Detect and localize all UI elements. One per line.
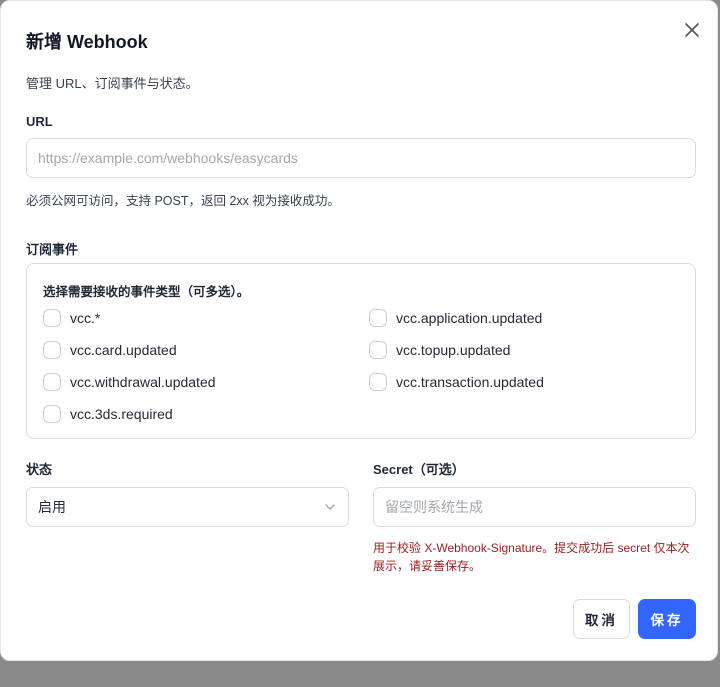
status-select[interactable]: 启用 [26,487,349,527]
secret-warning: 用于校验 X-Webhook-Signature。提交成功后 secret 仅本… [373,541,690,573]
event-checkbox[interactable] [369,373,387,391]
events-label: 订阅事件 [26,242,79,257]
webhook-dialog: 新增 Webhook 管理 URL、订阅事件与状态。 URL https://e… [0,0,718,661]
event-option-transaction-updated[interactable]: vcc.transaction.updated [369,371,544,393]
event-checkbox[interactable] [43,309,61,327]
event-label: vcc.3ds.required [70,406,173,422]
dialog-subtitle: 管理 URL、订阅事件与状态。 [26,76,199,91]
secret-label: Secret（可选） [373,462,465,477]
event-label: vcc.transaction.updated [396,374,544,390]
secret-input-placeholder: 留空则系统生成 [385,499,483,515]
cancel-button[interactable]: 取消 [573,599,630,639]
event-label: vcc.application.updated [396,310,543,326]
event-option-card-updated[interactable]: vcc.card.updated [43,339,177,361]
close-icon [685,23,699,37]
event-option-vcc-all[interactable]: vcc.* [43,307,100,329]
close-button[interactable] [681,19,703,41]
event-option-application-updated[interactable]: vcc.application.updated [369,307,542,329]
event-option-withdrawal-updated[interactable]: vcc.withdrawal.updated [43,371,216,393]
url-hint: 必须公网可访问，支持 POST，返回 2xx 视为接收成功。 [26,194,340,208]
status-selected-value: 启用 [38,499,66,515]
event-label: vcc.* [70,310,101,326]
url-input[interactable]: https://example.com/webhooks/easycards [26,138,696,178]
event-option-topup-updated[interactable]: vcc.topup.updated [369,339,510,361]
event-checkbox[interactable] [369,341,387,359]
chevron-down-icon [325,504,335,510]
event-option-3ds-required[interactable]: vcc.3ds.required [43,403,173,425]
status-label: 状态 [26,462,53,477]
event-checkbox[interactable] [43,341,61,359]
events-panel: 选择需要接收的事件类型（可多选）。 vcc.* vcc.application.… [26,263,696,439]
event-label: vcc.card.updated [70,342,177,358]
url-label: URL [26,114,53,129]
save-button[interactable]: 保存 [638,599,696,639]
event-checkbox[interactable] [43,373,61,391]
dialog-title: 新增 Webhook [26,32,148,52]
url-input-placeholder: https://example.com/webhooks/easycards [38,150,298,166]
event-label: vcc.topup.updated [396,342,511,358]
event-label: vcc.withdrawal.updated [70,374,216,390]
secret-input[interactable]: 留空则系统生成 [373,487,696,527]
events-description: 选择需要接收的事件类型（可多选）。 [43,285,250,299]
event-checkbox[interactable] [369,309,387,327]
event-checkbox[interactable] [43,405,61,423]
